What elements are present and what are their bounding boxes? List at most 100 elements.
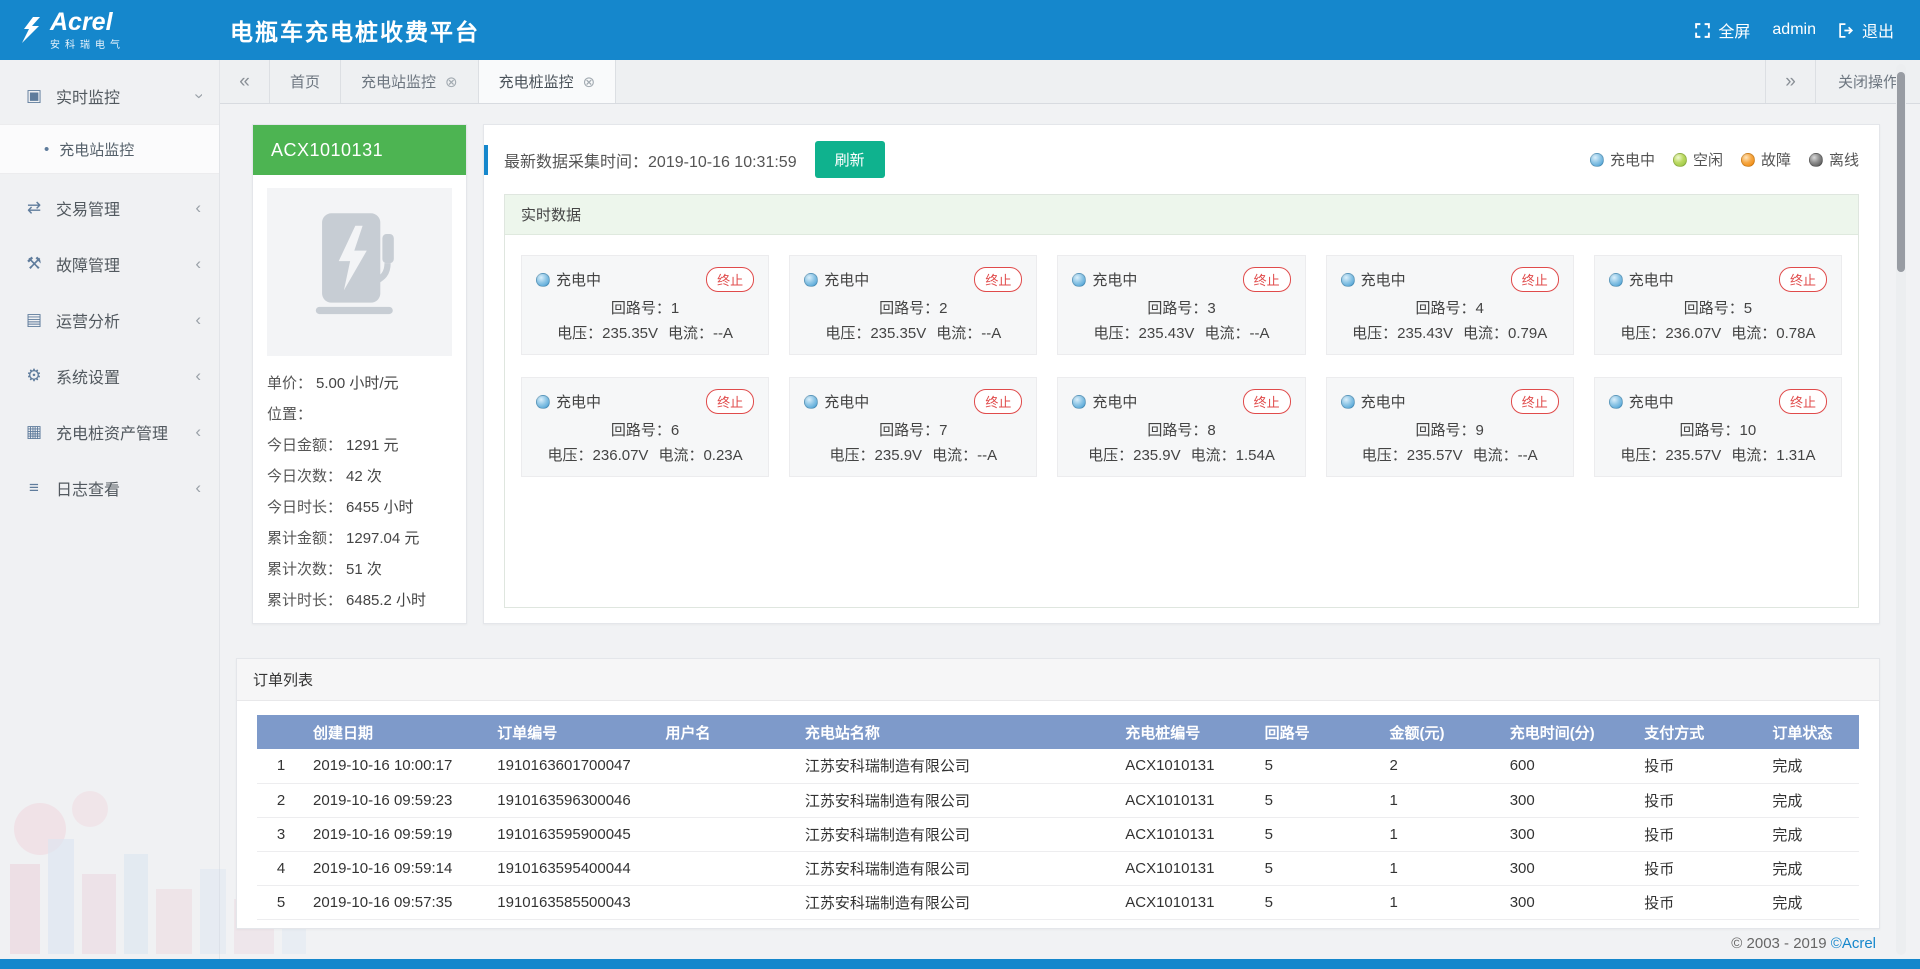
close-tab-icon[interactable]: ⊗ xyxy=(583,73,596,91)
chevron-left-icon: ‹ xyxy=(195,198,201,218)
order-row[interactable]: 3 2019-10-16 09:59:19 1910163595900045 江… xyxy=(257,817,1859,851)
tabs-scroll-left-button[interactable]: « xyxy=(220,60,270,103)
order-pile: ACX1010131 xyxy=(1117,851,1256,885)
pile-info-card: ACX1010131 单价：5.00 小时/元 xyxy=(252,124,467,624)
current-label: 电流： xyxy=(1473,447,1518,464)
column-header-pay-method: 支付方式 xyxy=(1636,715,1764,749)
order-row[interactable]: 5 2019-10-16 09:57:35 1910163585500043 江… xyxy=(257,885,1859,919)
circuit-status-label: 充电中 xyxy=(1629,391,1674,412)
stop-button[interactable]: 终止 xyxy=(1779,267,1827,292)
order-row[interactable]: 4 2019-10-16 09:59:14 1910163595400044 江… xyxy=(257,851,1859,885)
order-row[interactable]: 1 2019-10-16 10:00:17 1910163601700047 江… xyxy=(257,749,1859,783)
circuit-readings-line: 电压：236.07V电流：0.78A xyxy=(1609,322,1827,343)
tab-pile-monitor[interactable]: 充电桩监控 ⊗ xyxy=(479,60,617,103)
circuit-status: 充电中 xyxy=(1072,269,1137,290)
acrel-logo-icon xyxy=(20,17,42,43)
circuit-readings-line: 电压：235.57V电流：--A xyxy=(1341,444,1559,465)
sidebar-item-system-settings[interactable]: ⚙ 系统设置 ‹ xyxy=(0,348,219,404)
circuit-number-value: 2 xyxy=(939,300,947,317)
app-header: Acrel 安科瑞电气 电瓶车充电桩收费平台 全屏 admin 退出 xyxy=(0,0,1920,60)
circuit-card: 充电中 终止 回路号：2 电压：235.35V电流：--A xyxy=(789,255,1037,355)
circuit-status-label: 充电中 xyxy=(556,391,601,412)
order-amount: 1 xyxy=(1382,885,1502,919)
current-value: --A xyxy=(713,325,733,342)
info-label: 位置： xyxy=(267,406,312,423)
stop-button[interactable]: 终止 xyxy=(706,389,754,414)
fault-status-icon xyxy=(1741,153,1755,167)
voltage-label: 电压： xyxy=(1620,447,1665,464)
circuit-number-line: 回路号：8 xyxy=(1072,419,1290,440)
order-status: 完成 xyxy=(1764,783,1859,817)
stop-button[interactable]: 终止 xyxy=(1511,267,1559,292)
copyright-text: © 2003 - 2019 xyxy=(1731,935,1830,952)
refresh-button[interactable]: 刷新 xyxy=(815,141,885,178)
order-pay-method: 投币 xyxy=(1636,885,1764,919)
stop-button[interactable]: 终止 xyxy=(1243,389,1291,414)
scrollbar-track[interactable] xyxy=(1896,64,1906,955)
circuit-number-value: 3 xyxy=(1207,300,1215,317)
scrollbar-thumb[interactable] xyxy=(1897,72,1905,272)
order-user xyxy=(657,749,796,783)
tabs-scroll-right-button[interactable]: » xyxy=(1765,60,1815,103)
sidebar-item-station-monitor[interactable]: • 充电站监控 xyxy=(0,124,219,174)
order-row[interactable]: 2 2019-10-16 09:59:23 1910163596300046 江… xyxy=(257,783,1859,817)
stop-button[interactable]: 终止 xyxy=(1511,389,1559,414)
sidebar-item-pile-assets[interactable]: ▦ 充电桩资产管理 ‹ xyxy=(0,404,219,460)
stop-button[interactable]: 终止 xyxy=(706,267,754,292)
stop-button[interactable]: 终止 xyxy=(974,389,1022,414)
order-station: 江苏安科瑞制造有限公司 xyxy=(797,885,1117,919)
circuit-number-value: 7 xyxy=(939,422,947,439)
circuit-status: 充电中 xyxy=(1341,391,1406,412)
voltage-value: 235.35V xyxy=(870,325,926,342)
circuit-number-label: 回路号： xyxy=(1147,422,1207,439)
charging-status-icon xyxy=(1609,273,1623,287)
tab-home[interactable]: 首页 xyxy=(270,60,341,103)
current-value: --A xyxy=(1249,325,1269,342)
close-tab-icon[interactable]: ⊗ xyxy=(445,73,458,91)
circuit-status-label: 充电中 xyxy=(556,269,601,290)
circuit-status-label: 充电中 xyxy=(1629,269,1674,290)
legend-idle: 空闲 xyxy=(1673,149,1723,170)
legend-label: 离线 xyxy=(1829,149,1859,170)
current-label: 电流： xyxy=(932,447,977,464)
realtime-section-title: 实时数据 xyxy=(505,195,1858,235)
collect-time: 最新数据采集时间：2019-10-16 10:31:59 xyxy=(504,148,797,172)
circuit-readings-line: 电压：235.9V电流：1.54A xyxy=(1072,444,1290,465)
current-label: 电流： xyxy=(1191,447,1236,464)
brand-subtitle: 安科瑞电气 xyxy=(50,36,125,51)
chevron-left-icon: ‹ xyxy=(195,478,201,498)
info-label: 累计金额： xyxy=(267,530,342,547)
sidebar-item-transaction[interactable]: ⇄ 交易管理 ‹ xyxy=(0,180,219,236)
stop-button[interactable]: 终止 xyxy=(1779,389,1827,414)
circuit-number-value: 10 xyxy=(1740,422,1757,439)
current-label: 电流： xyxy=(1731,325,1776,342)
column-header-date: 创建日期 xyxy=(305,715,489,749)
sidebar-subitem-label: 充电站监控 xyxy=(59,139,134,160)
order-number: 1910163595900045 xyxy=(489,817,657,851)
sidebar-item-realtime-monitor[interactable]: ▣ 实时监控 ‹ xyxy=(0,68,219,124)
status-legend: 充电中 空闲 故障 离线 xyxy=(1590,149,1859,170)
circuit-status: 充电中 xyxy=(1341,269,1406,290)
sidebar-item-operation-analysis[interactable]: ▤ 运营分析 ‹ xyxy=(0,292,219,348)
circuit-number-label: 回路号： xyxy=(1147,300,1207,317)
order-index: 1 xyxy=(257,749,305,783)
stop-button[interactable]: 终止 xyxy=(974,267,1022,292)
fullscreen-button[interactable]: 全屏 xyxy=(1694,18,1750,42)
order-amount: 2 xyxy=(1382,749,1502,783)
order-date: 2019-10-16 09:59:14 xyxy=(305,851,489,885)
sidebar-item-log-view[interactable]: ≡ 日志查看 ‹ xyxy=(0,460,219,516)
tab-station-monitor[interactable]: 充电站监控 ⊗ xyxy=(341,60,479,103)
circuit-number-label: 回路号： xyxy=(611,300,671,317)
sidebar-item-fault[interactable]: ⚒ 故障管理 ‹ xyxy=(0,236,219,292)
user-menu[interactable]: admin xyxy=(1772,21,1816,39)
circuit-card: 充电中 终止 回路号：7 电压：235.9V电流：--A xyxy=(789,377,1037,477)
order-duration: 300 xyxy=(1502,817,1637,851)
info-label: 今日金额： xyxy=(267,437,342,454)
logout-button[interactable]: 退出 xyxy=(1838,18,1894,42)
circuit-card: 充电中 终止 回路号：5 电压：236.07V电流：0.78A xyxy=(1594,255,1842,355)
circuit-number-value: 9 xyxy=(1476,422,1484,439)
footer-brand-link[interactable]: ©Acrel xyxy=(1831,935,1876,952)
pile-stats: 单价：5.00 小时/元 位置： 今日金额：1291 元 今日次数：42 次 xyxy=(267,368,452,616)
voltage-value: 235.43V xyxy=(1397,325,1453,342)
stop-button[interactable]: 终止 xyxy=(1243,267,1291,292)
